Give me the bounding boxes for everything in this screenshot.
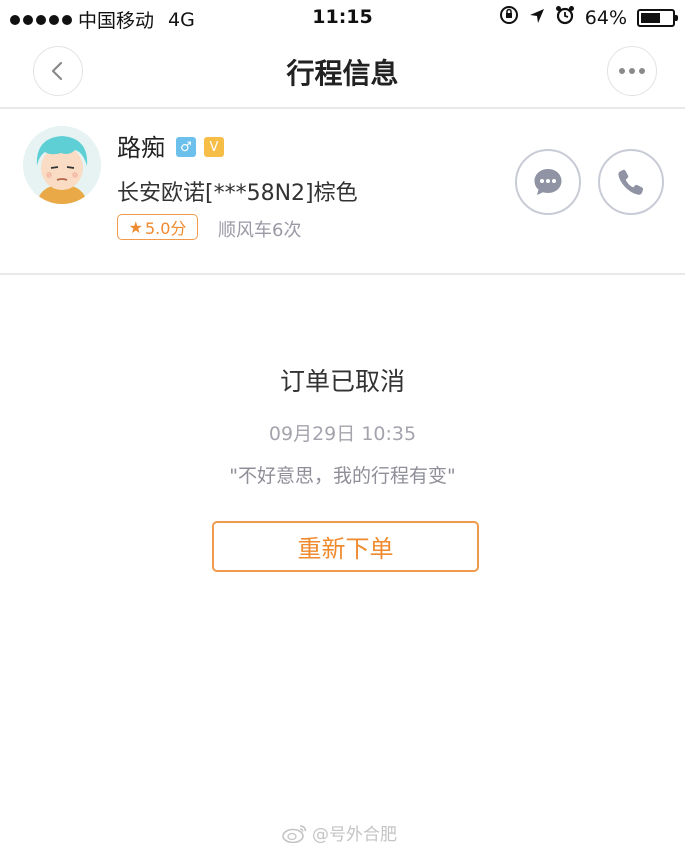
message-button[interactable] (515, 149, 581, 215)
car-info: 长安欧诺[***58N2]棕色 (117, 181, 358, 206)
phone-icon (618, 169, 644, 195)
order-status: 订单已取消 (279, 367, 405, 396)
verified-badge: V (204, 137, 224, 157)
rotation-lock-icon (499, 5, 519, 30)
male-badge: ♂ (176, 137, 196, 157)
reorder-button[interactable]: 重新下单 (212, 521, 479, 572)
watermark-text: @号外合肥 (312, 825, 397, 845)
rating-badge: ★ 5.0分 (117, 214, 198, 240)
watermark: @号外合肥 (282, 820, 397, 845)
page-title: 行程信息 (286, 57, 399, 90)
driver-card: 路痴 ♂ V 长安欧诺[***58N2]棕色 ★ 5.0分 顺风车6次 (0, 109, 685, 273)
ellipsis-icon (619, 68, 645, 74)
ride-count: 顺风车6次 (218, 220, 302, 241)
battery-level (641, 12, 660, 23)
driver-name: 路痴 (117, 134, 165, 162)
weibo-logo-icon (282, 824, 307, 843)
status-right: 64% (499, 5, 678, 30)
location-arrow-icon (529, 7, 545, 29)
status-bar: 中国移动 4G 11:15 64% (0, 0, 685, 36)
chat-bubble-icon (534, 169, 562, 195)
battery-percent: 64% (584, 6, 627, 29)
order-time: 09月29日 10:35 (268, 423, 417, 445)
battery-icon (637, 8, 678, 27)
nav-bar: 行程信息 (0, 36, 685, 106)
cancel-reason: "不好意思，我的行程有变" (229, 465, 456, 487)
rating-value: 5.0分 (144, 219, 187, 238)
star-icon: ★ (128, 217, 143, 237)
avatar[interactable] (23, 126, 101, 204)
more-button[interactable] (607, 46, 657, 96)
card-divider (0, 273, 685, 275)
call-button[interactable] (598, 149, 664, 215)
alarm-icon (555, 5, 575, 30)
